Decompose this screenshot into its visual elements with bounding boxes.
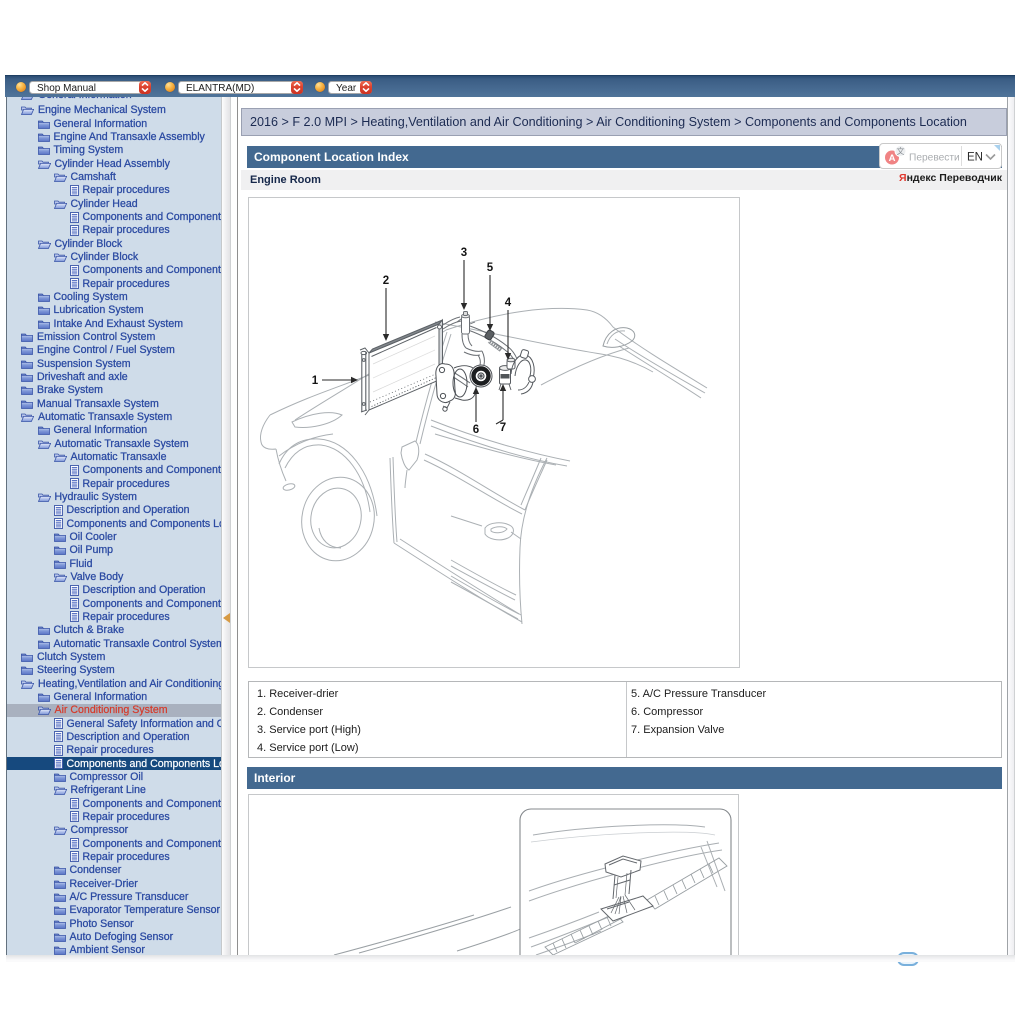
svg-text:文: 文 xyxy=(897,146,905,156)
svg-text:Перевести: Перевести xyxy=(909,153,960,164)
svg-text:3: 3 xyxy=(461,247,467,259)
svg-text:EN: EN xyxy=(967,152,983,164)
svg-text:6: 6 xyxy=(473,424,479,436)
svg-text:4: 4 xyxy=(505,297,512,309)
svg-text:5: 5 xyxy=(487,262,494,274)
svg-text:7: 7 xyxy=(500,422,506,434)
svg-text:A: A xyxy=(889,153,896,164)
svg-text:2: 2 xyxy=(383,275,389,287)
svg-text:1: 1 xyxy=(312,375,319,387)
